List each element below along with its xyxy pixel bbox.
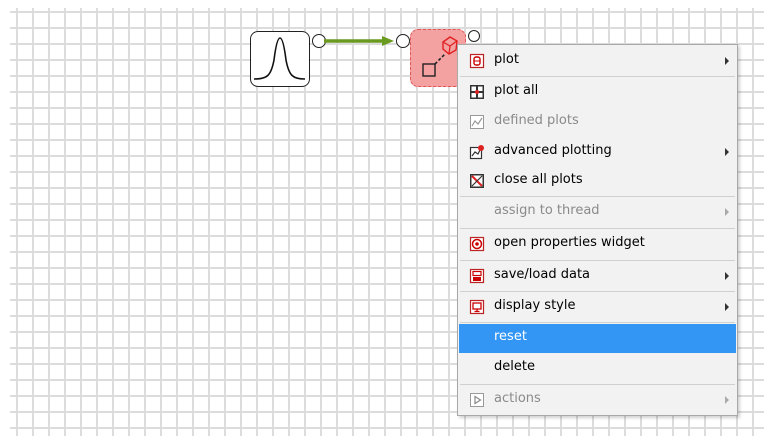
menu-item-actions[interactable]: actions <box>459 386 736 414</box>
submenu-arrow-icon <box>725 148 729 156</box>
menu-separator <box>460 260 735 261</box>
menu-item-plot-all[interactable]: plot all <box>459 78 736 106</box>
plot-output-port[interactable] <box>468 30 480 42</box>
connection-wire[interactable] <box>324 36 398 46</box>
menu-item-reset[interactable]: reset <box>459 324 736 353</box>
menu-separator <box>460 291 735 292</box>
menu-separator <box>460 322 735 323</box>
display-style-icon <box>469 299 485 315</box>
menu-item-save-load-data[interactable]: save/load data <box>459 262 736 290</box>
menu-item-advanced-plotting[interactable]: advanced plotting <box>459 138 736 166</box>
actions-icon <box>469 392 485 408</box>
menu-separator <box>460 228 735 229</box>
menu-item-defined-plots[interactable]: defined plots <box>459 108 736 136</box>
menu-separator <box>460 384 735 385</box>
properties-icon <box>469 236 485 252</box>
plot-icon <box>469 53 485 69</box>
menu-item-open-properties-widget[interactable]: open properties widget <box>459 230 736 258</box>
plot-input-port[interactable] <box>396 34 410 48</box>
context-menu: plot plot all defined plots advanced plo… <box>457 44 738 416</box>
menu-item-plot[interactable]: plot <box>459 47 736 75</box>
defined-plots-icon <box>469 114 485 130</box>
gaussian-node[interactable] <box>250 31 310 87</box>
menu-item-display-style[interactable]: display style <box>459 293 736 321</box>
menu-separator <box>460 76 735 77</box>
plot-all-icon <box>469 84 485 100</box>
close-all-plots-icon <box>469 173 485 189</box>
advanced-plotting-icon <box>469 144 485 160</box>
submenu-arrow-icon <box>725 57 729 65</box>
submenu-arrow-icon <box>725 208 729 216</box>
submenu-arrow-icon <box>725 303 729 311</box>
menu-item-delete[interactable]: delete <box>459 354 736 382</box>
save-load-icon <box>469 268 485 284</box>
submenu-arrow-icon <box>725 272 729 280</box>
submenu-arrow-icon <box>725 396 729 404</box>
gaussian-curve-icon <box>253 37 306 80</box>
menu-item-assign-to-thread[interactable]: assign to thread <box>459 198 736 226</box>
menu-item-close-all-plots[interactable]: close all plots <box>459 167 736 195</box>
menu-separator <box>460 196 735 197</box>
